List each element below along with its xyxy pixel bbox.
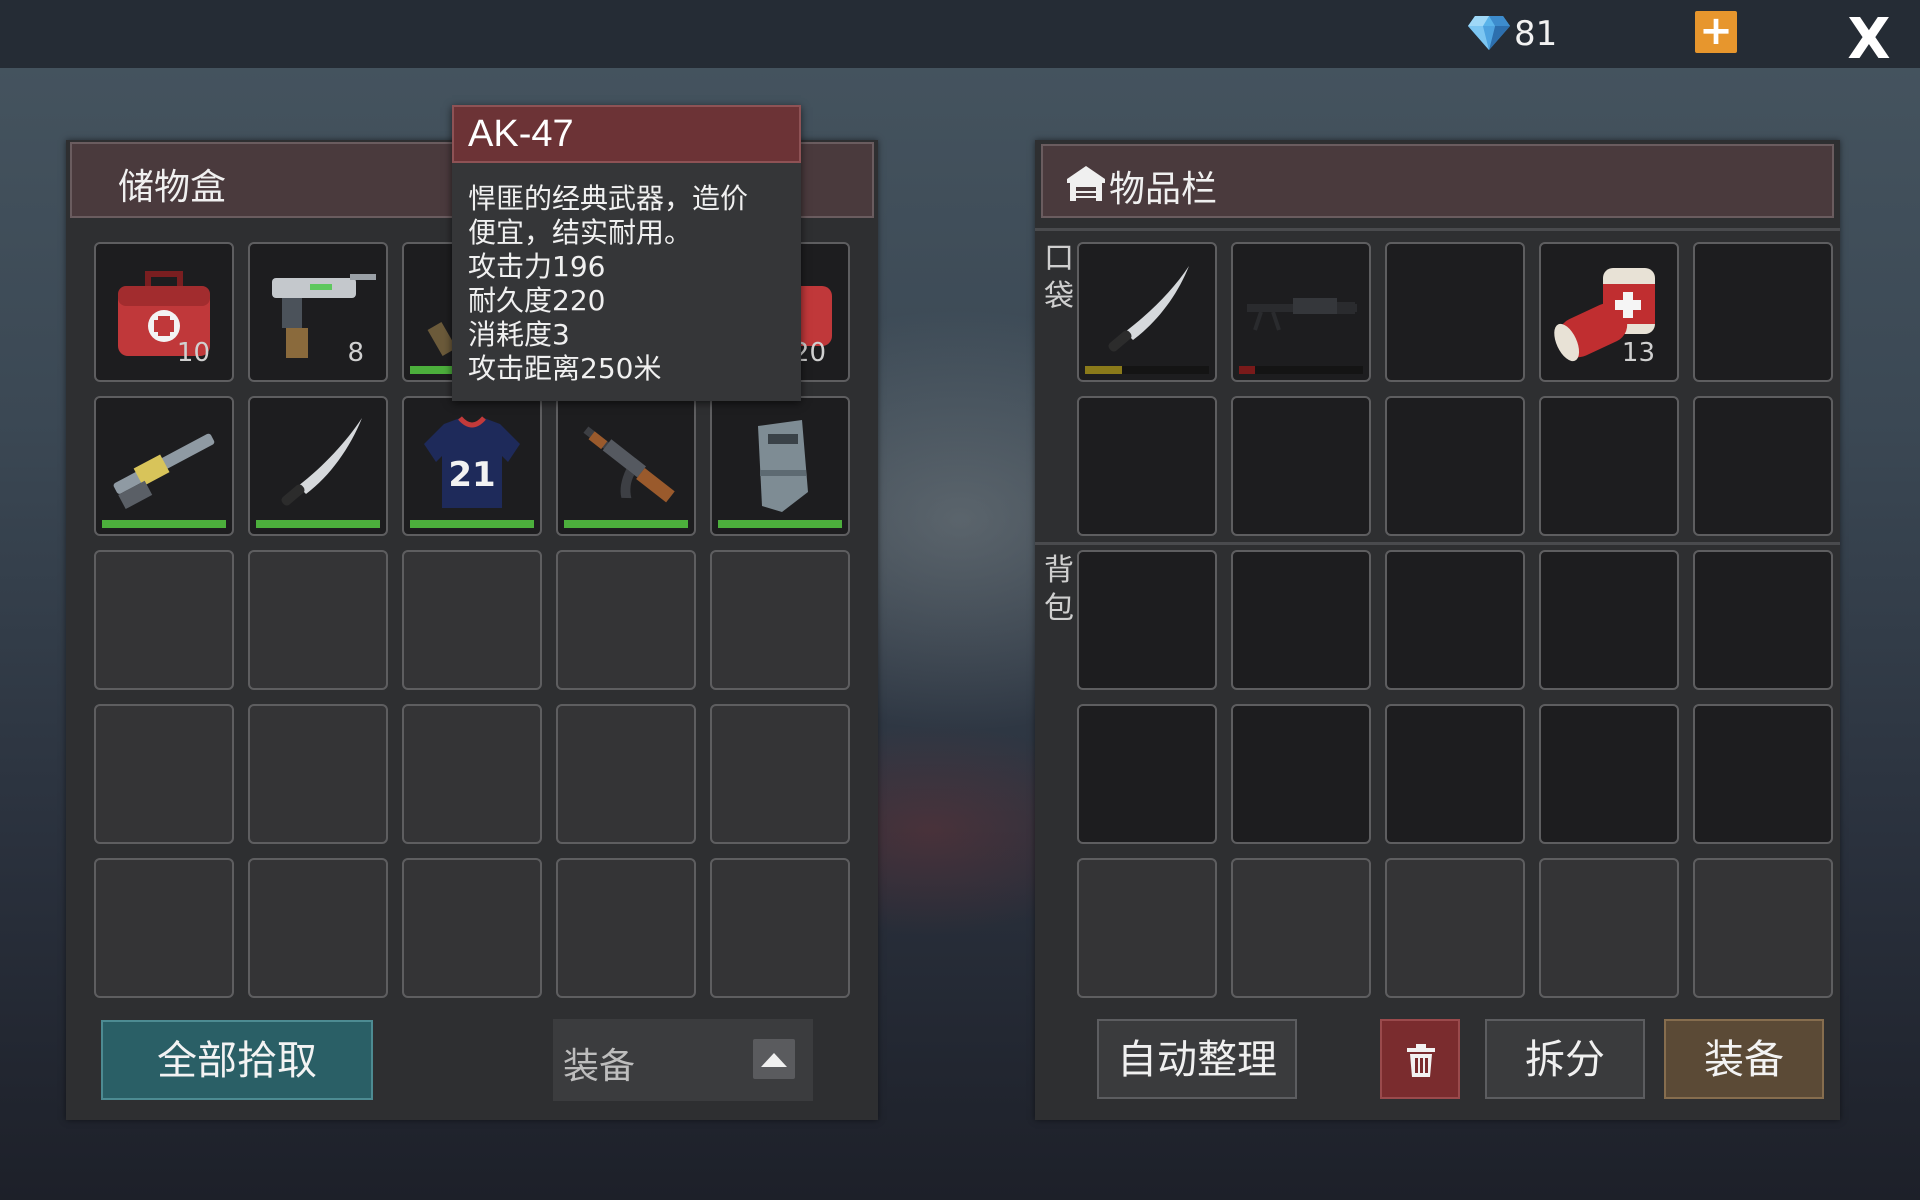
- trash-icon: [1407, 1044, 1435, 1077]
- split-button[interactable]: 拆分: [1485, 1019, 1645, 1099]
- storage-slot-empty[interactable]: [94, 550, 234, 690]
- jersey-icon: 21: [424, 416, 520, 508]
- top-bar: [0, 0, 1920, 68]
- backpack-slot-empty[interactable]: [1693, 550, 1833, 690]
- pocket-slot-empty[interactable]: [1693, 396, 1833, 536]
- equip-button[interactable]: 装备: [1664, 1019, 1824, 1099]
- storage-slot-empty[interactable]: [556, 858, 696, 998]
- storage-slot-empty[interactable]: [94, 704, 234, 844]
- warehouse-icon: [1067, 166, 1105, 201]
- backpack-slot-locked[interactable]: [1385, 858, 1525, 998]
- first-aid-kit-icon: [118, 271, 210, 356]
- backpack-slot-empty[interactable]: [1231, 704, 1371, 844]
- pocket-slot-empty[interactable]: [1077, 396, 1217, 536]
- storage-slot-empty[interactable]: [402, 858, 542, 998]
- backpack-slot-empty[interactable]: [1385, 704, 1525, 844]
- storage-slot-smg[interactable]: 8: [248, 242, 388, 382]
- durability-bar: [564, 520, 688, 528]
- ak47-icon: [583, 426, 675, 503]
- category-filter-value: 装备: [563, 1046, 636, 1087]
- storage-slot-ak47[interactable]: [556, 396, 696, 536]
- storage-slot-empty[interactable]: [710, 550, 850, 690]
- durability-bar: [256, 520, 380, 528]
- divider: [1035, 228, 1840, 231]
- pocket-slot-machete[interactable]: [1077, 242, 1217, 382]
- storage-slot-empty[interactable]: [94, 858, 234, 998]
- inventory-title: 物品栏: [1109, 169, 1218, 210]
- durability-bar: [1085, 366, 1209, 374]
- machine-gun-icon: [1247, 298, 1357, 331]
- backpack-slot-empty[interactable]: [1539, 704, 1679, 844]
- item-quantity: 8: [347, 338, 364, 368]
- storage-slot-empty[interactable]: [402, 550, 542, 690]
- storage-slot-machete[interactable]: [248, 396, 388, 536]
- backpack-slot-locked[interactable]: [1693, 858, 1833, 998]
- pocket-slot-empty[interactable]: [1539, 396, 1679, 536]
- machete-icon: [281, 418, 362, 506]
- durability-bar: [718, 520, 842, 528]
- backpack-slot-locked[interactable]: [1539, 858, 1679, 998]
- durability-bar: [1239, 366, 1363, 374]
- backpack-slot-locked[interactable]: [1077, 858, 1217, 998]
- storage-slot-empty[interactable]: [710, 704, 850, 844]
- storage-slot-empty[interactable]: [248, 704, 388, 844]
- durability-bar: [102, 520, 226, 528]
- delete-button[interactable]: [1380, 1019, 1460, 1099]
- storage-slot-empty[interactable]: [556, 550, 696, 690]
- storage-slot-first-aid[interactable]: 10: [94, 242, 234, 382]
- storage-slot-empty[interactable]: [556, 704, 696, 844]
- storage-slot-jersey[interactable]: 21: [402, 396, 542, 536]
- pocket-label: 口 袋: [1044, 241, 1074, 314]
- machete-icon: [1108, 266, 1189, 352]
- item-quantity: 13: [1621, 338, 1655, 368]
- storage-slot-empty[interactable]: [248, 550, 388, 690]
- submachine-gun-icon: [272, 274, 376, 358]
- gem-count: 81: [1514, 14, 1558, 54]
- backpack-slot-locked[interactable]: [1231, 858, 1371, 998]
- backpack-label: 背 包: [1044, 553, 1074, 626]
- storage-slot-empty[interactable]: [248, 858, 388, 998]
- pocket-slot-empty[interactable]: [1231, 396, 1371, 536]
- add-gems-button[interactable]: +: [1695, 11, 1737, 53]
- item-tooltip: AK-47 悍匪的经典武器，造价 便宜，结实耐用。 攻击力196 耐久度220 …: [452, 105, 801, 401]
- storage-title: 储物盒: [118, 167, 227, 208]
- inventory-panel: 物品栏 口 袋 13 背 包 自动整理 拆分 装备: [1035, 140, 1840, 1120]
- close-button[interactable]: X: [1840, 12, 1898, 68]
- pocket-slot-empty[interactable]: [1385, 396, 1525, 536]
- backpack-slot-empty[interactable]: [1385, 550, 1525, 690]
- backpack-slot-empty[interactable]: [1077, 550, 1217, 690]
- tooltip-line: 攻击距离250米: [468, 352, 662, 385]
- item-quantity: 10: [176, 338, 210, 368]
- backpack-slot-empty[interactable]: [1231, 550, 1371, 690]
- bandage-icon: [1554, 268, 1655, 362]
- storage-slot-empty[interactable]: [402, 704, 542, 844]
- backpack-slot-empty[interactable]: [1077, 704, 1217, 844]
- auto-sort-button[interactable]: 自动整理: [1097, 1019, 1297, 1099]
- storage-slot-shotgun[interactable]: [94, 396, 234, 536]
- storage-slot-empty[interactable]: [710, 858, 850, 998]
- divider: [1035, 542, 1840, 545]
- durability-bar: [410, 520, 534, 528]
- backpack-slot-empty[interactable]: [1693, 704, 1833, 844]
- pocket-slot-empty[interactable]: [1385, 242, 1525, 382]
- storage-slot-riot-shield[interactable]: [710, 396, 850, 536]
- pocket-slot-bandage[interactable]: 13: [1539, 242, 1679, 382]
- pickup-all-button[interactable]: 全部拾取: [101, 1020, 373, 1100]
- category-filter-dropdown[interactable]: 装备: [553, 1019, 813, 1101]
- riot-shield-icon: [758, 420, 808, 512]
- jersey-number: 21: [448, 455, 495, 495]
- diamond-icon: [1468, 16, 1510, 50]
- chevron-up-icon: [753, 1039, 795, 1079]
- backpack-slot-empty[interactable]: [1539, 550, 1679, 690]
- shotgun-icon: [113, 433, 215, 510]
- pocket-slot-machine-gun[interactable]: [1231, 242, 1371, 382]
- pocket-slot-empty[interactable]: [1693, 242, 1833, 382]
- tooltip-title: AK-47: [452, 105, 801, 163]
